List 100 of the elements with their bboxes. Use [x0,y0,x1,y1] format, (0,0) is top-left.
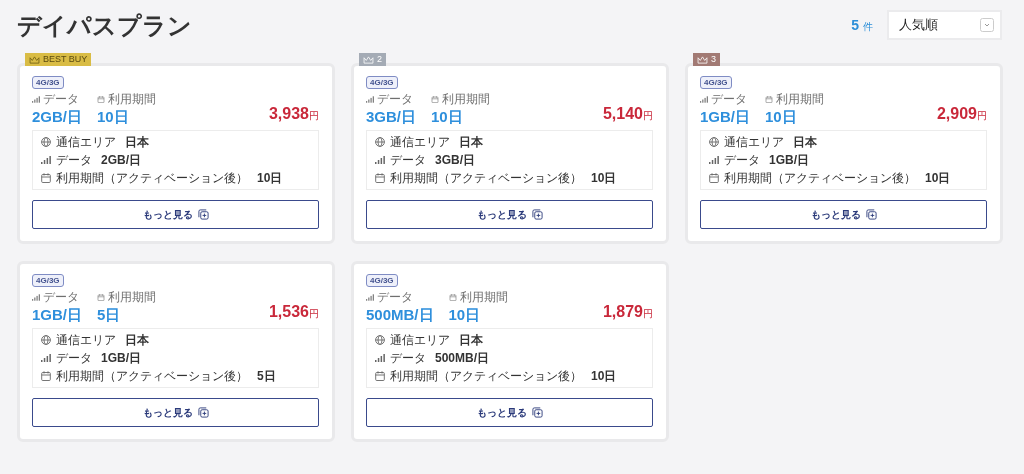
detail-label: データ [390,151,426,169]
globe-icon [709,137,719,147]
calendar-icon [448,294,457,301]
detail-label: 通信エリア [390,133,450,151]
data-label: データ [377,91,413,108]
rank-badge: BEST BUY [25,53,92,66]
signal-bars-icon [32,96,40,103]
detail-value: 1GB/日 [101,349,141,367]
period-label: 利用期間 [442,91,490,108]
period-value: 10日 [431,108,464,125]
calendar-icon [375,173,385,183]
signal-bars-icon [375,353,385,363]
add-copy-icon [531,209,543,220]
detail-value: 500MB/日 [435,349,490,367]
detail-value: 5日 [257,367,276,385]
network-tag: 4G/3G [366,76,398,89]
crown-icon [29,55,40,64]
globe-icon [375,137,385,147]
signal-bars-icon [700,96,708,103]
period-label: 利用期間 [459,289,508,306]
result-count: 5 件 [851,16,873,34]
more-button[interactable]: もっと見る [32,398,319,427]
price: 1,536円 [268,302,319,322]
detail-value: 10日 [257,169,283,187]
price: 1,879円 [602,302,653,322]
calendar-icon [375,371,385,381]
detail-label: 利用期間（アクティベーション後） [56,169,248,187]
calendar-icon [709,173,719,183]
signal-bars-icon [41,353,51,363]
globe-icon [41,335,51,345]
signal-bars-icon [366,294,374,301]
period-label: 利用期間 [108,289,156,306]
detail-value: 10日 [591,367,617,385]
network-tag: 4G/3G [32,274,64,287]
more-button[interactable]: もっと見る [700,200,987,229]
crown-icon [363,55,374,64]
more-button[interactable]: もっと見る [366,200,653,229]
add-copy-icon [865,209,877,220]
detail-value: 10日 [925,169,951,187]
period-label: 利用期間 [108,91,156,108]
data-value: 2GB/日 [32,108,82,125]
data-value: 500MB/日 [366,306,434,323]
more-button[interactable]: もっと見る [366,398,653,427]
page-title: デイパスプラン [17,11,192,41]
data-label: データ [43,289,79,306]
network-tag: 4G/3G [366,274,398,287]
calendar-icon [431,96,439,103]
period-value: 5日 [97,306,122,323]
globe-icon [375,335,385,345]
calendar-icon [41,173,51,183]
data-value: 1GB/日 [32,306,82,323]
rank-badge: 3 [693,53,720,66]
add-copy-icon [531,407,543,418]
detail-value: 日本 [459,331,483,349]
price: 3,938円 [268,104,319,124]
calendar-icon [765,96,773,103]
detail-value: 2GB/日 [101,151,141,169]
network-tag: 4G/3G [700,76,732,89]
detail-value: 10日 [591,169,617,187]
detail-label: データ [390,349,426,367]
detail-value: 日本 [459,133,483,151]
detail-label: 通信エリア [724,133,784,151]
detail-label: 通信エリア [56,133,116,151]
signal-bars-icon [41,155,51,165]
data-value: 3GB/日 [366,108,416,125]
detail-label: 通信エリア [390,331,450,349]
data-label: データ [711,91,747,108]
calendar-icon [97,294,105,301]
detail-value: 1GB/日 [769,151,809,169]
detail-value: 日本 [793,133,817,151]
signal-bars-icon [366,96,374,103]
add-copy-icon [197,209,209,220]
price: 5,140円 [602,104,653,124]
globe-icon [41,137,51,147]
detail-label: 利用期間（アクティベーション後） [56,367,248,385]
detail-label: 利用期間（アクティベーション後） [390,367,582,385]
data-label: データ [377,289,413,306]
detail-label: データ [56,349,92,367]
detail-label: 通信エリア [56,331,116,349]
signal-bars-icon [32,294,40,301]
signal-bars-icon [709,155,719,165]
more-button[interactable]: もっと見る [32,200,319,229]
sort-dropdown[interactable]: 人気順 [887,10,1002,40]
detail-label: 利用期間（アクティベーション後） [390,169,582,187]
add-copy-icon [197,407,209,418]
period-value: 10日 [765,108,798,125]
data-label: データ [43,91,79,108]
detail-label: データ [724,151,760,169]
rank-badge: 2 [359,53,386,66]
price: 2,909円 [936,104,987,124]
crown-icon [697,55,708,64]
detail-value: 3GB/日 [435,151,475,169]
calendar-icon [97,96,105,103]
period-value: 10日 [448,306,482,323]
detail-value: 日本 [125,133,149,151]
detail-label: 利用期間（アクティベーション後） [724,169,916,187]
calendar-icon [41,371,51,381]
chevron-down-icon [980,18,994,32]
network-tag: 4G/3G [32,76,64,89]
period-value: 10日 [97,108,130,125]
